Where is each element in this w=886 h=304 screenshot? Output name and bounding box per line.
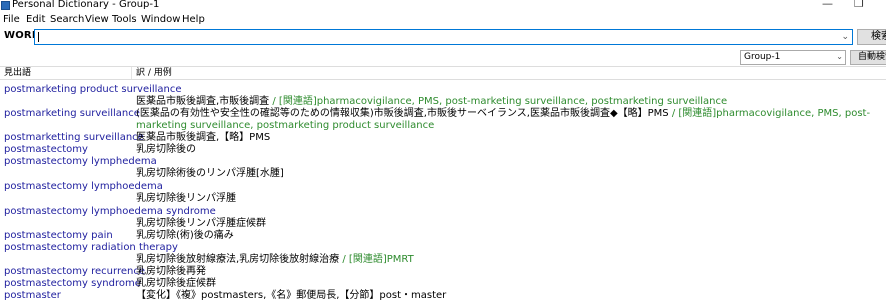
entry-translation-block: 乳房切除後の (136, 144, 876, 156)
entry-headword: postmastectomy lymphoedema syndrome (4, 206, 216, 217)
entry-headword: postmaster (4, 290, 61, 301)
entry-translation-block: 乳房切除後再発 (136, 266, 876, 278)
entry-translation: 【変化】《複》postmasters,《名》郵便局長,【分節】post・mast… (136, 290, 447, 301)
column-header-translation[interactable]: 訳 / 用例 (136, 67, 172, 79)
entry-headword: postmastectomy lymphoedema (4, 181, 163, 192)
chevron-down-icon[interactable]: ⌄ (841, 30, 849, 44)
word-search-bar: WORD ⌄ 検索 (0, 28, 886, 45)
chevron-down-icon[interactable]: ⌄ (836, 51, 843, 63)
list-header: 見出語 訳 / 用例 (0, 66, 886, 80)
entry-translation: 医薬品市販後調査,市販後調査 (136, 96, 270, 107)
entry-translation: 乳房切除(術)後の痛み (136, 230, 234, 241)
entry-headword: postmastectomy pain (4, 230, 113, 241)
word-input[interactable]: ⌄ (34, 29, 853, 45)
entry-translation: 乳房切除後リンパ浮腫症候群 (136, 218, 266, 229)
window-title: Personal Dictionary - Group-1 (12, 0, 160, 10)
entry-translation-block: 乳房切除後リンパ浮腫症候群 (136, 218, 876, 230)
entry-translation: 乳房切除後リンパ浮腫 (136, 193, 236, 204)
menu-bar: File Edit Search View Tools Window Help (0, 12, 886, 28)
entry-headword: postmastectomy syndrome (4, 278, 141, 289)
group-select-value: Group-1 (744, 52, 781, 62)
group-bar: Group-1 ⌄ 自動検索 (0, 48, 886, 65)
menu-tools[interactable]: Tools (112, 13, 137, 27)
entry-translation: (医薬品の有効性や安全性の確認等のための情報収集)市販後調査,市販後サーベイラン… (136, 108, 669, 119)
entry-translation-block: 医薬品市販後調査,市販後調査 / [関連語]pharmacovigilance,… (136, 96, 876, 108)
entry-translation-block: 医薬品市販後調査,【略】PMS (136, 132, 876, 144)
entry-headword: postmarketing surveillance (4, 108, 140, 119)
text-caret (38, 32, 39, 42)
menu-help[interactable]: Help (182, 13, 205, 27)
column-divider[interactable] (131, 67, 132, 79)
entry-related: / [関連語]PMRT (339, 254, 414, 265)
entry-translation-block: (医薬品の有効性や安全性の確認等のための情報収集)市販後調査,市販後サーベイラン… (136, 108, 876, 132)
menu-view[interactable]: View (85, 13, 109, 27)
entry-translation-block: 乳房切除術後のリンパ浮腫[水腫] (136, 168, 876, 180)
entry-translation: 乳房切除後の (136, 144, 196, 155)
entry-related: / [関連語]pharmacovigilance, PMS, post-mark… (269, 96, 728, 107)
entry-translation: 医薬品市販後調査,【略】PMS (136, 132, 271, 143)
entry-translation-block: 乳房切除後放射線療法,乳房切除後放射線治療 / [関連語]PMRT (136, 254, 876, 266)
title-bar: Personal Dictionary - Group-1 — ❐ (0, 0, 886, 12)
entry-headword: postmastectomy radiation therapy (4, 242, 178, 253)
entry-headword: postmastectomy recurrence (4, 266, 145, 277)
restore-button[interactable]: ❐ (854, 0, 864, 10)
entry-translation: 乳房切除後症候群 (136, 278, 216, 289)
entry-headword: postmastectomy (4, 144, 88, 155)
auto-search-button[interactable]: 自動検索 (850, 50, 886, 65)
entry-translation-block: 乳房切除後リンパ浮腫 (136, 193, 876, 205)
entry-translation: 乳房切除後再発 (136, 266, 206, 277)
entry-translation: 乳房切除術後のリンパ浮腫[水腫] (136, 168, 284, 179)
menu-search[interactable]: Search (50, 13, 84, 27)
minimize-button[interactable]: — (822, 0, 833, 10)
entry-translation-block: 乳房切除後症候群 (136, 278, 876, 290)
book-icon (1, 1, 10, 10)
menu-file[interactable]: File (3, 13, 20, 27)
menu-edit[interactable]: Edit (26, 13, 45, 27)
entry-list[interactable]: postmarketing product surveillance 医薬品市販… (0, 84, 886, 304)
entry-translation-block: 【変化】《複》postmasters,《名》郵便局長,【分節】post・mast… (136, 290, 876, 302)
column-header-headword[interactable]: 見出語 (4, 67, 31, 79)
search-button[interactable]: 検索 (857, 29, 886, 45)
entry-translation-block: 乳房切除(術)後の痛み (136, 230, 876, 242)
menu-window[interactable]: Window (141, 13, 180, 27)
group-select[interactable]: Group-1 ⌄ (740, 50, 846, 65)
entry-translation: 乳房切除後放射線療法,乳房切除後放射線治療 (136, 254, 340, 265)
entry-headword: postmarketting surveillance (4, 132, 144, 143)
entry-headword: postmarketing product surveillance (4, 84, 182, 95)
entry-headword: postmastectomy lymphedema (4, 156, 157, 167)
